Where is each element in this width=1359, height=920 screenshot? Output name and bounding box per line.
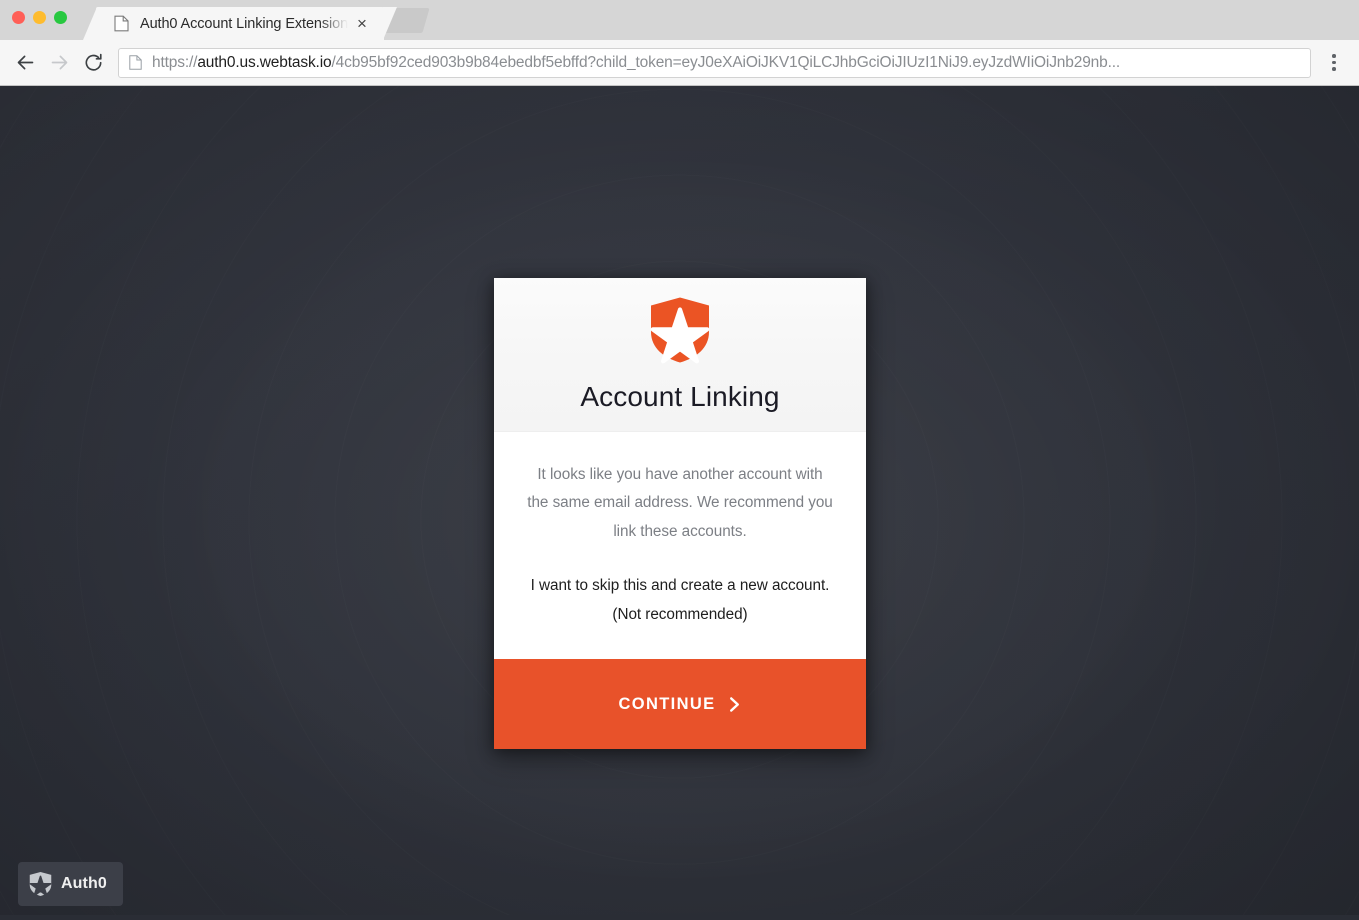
- browser-tab-active[interactable]: Auth0 Account Linking Extension ×: [83, 7, 397, 40]
- close-tab-button[interactable]: ×: [354, 15, 370, 32]
- card-header: Account Linking: [494, 278, 866, 432]
- continue-button[interactable]: CONTINUE: [494, 659, 866, 750]
- three-dots-vertical-icon[interactable]: [1319, 46, 1349, 80]
- card-title: Account Linking: [580, 381, 780, 412]
- page-viewport: Account Linking It looks like you have a…: [0, 86, 1359, 920]
- window-controls: [12, 11, 67, 24]
- url-scheme: https://: [152, 53, 198, 71]
- viewport-bottom-edge: [0, 915, 1359, 920]
- chevron-right-icon: [728, 696, 741, 713]
- reload-button[interactable]: [76, 46, 110, 80]
- auth0-branding-badge[interactable]: Auth0: [18, 862, 123, 906]
- browser-window: Auth0 Account Linking Extension × https:…: [0, 0, 1359, 920]
- account-linking-card: Account Linking It looks like you have a…: [494, 278, 866, 750]
- browser-toolbar: https://auth0.us.webtask.io/4cb95bf92ced…: [0, 40, 1359, 86]
- url-path: /4cb95bf92ced903b9b84ebedbf5ebffd?child_…: [331, 53, 1121, 71]
- close-window-button[interactable]: [12, 11, 25, 24]
- address-bar[interactable]: https://auth0.us.webtask.io/4cb95bf92ced…: [118, 47, 1311, 78]
- page-info-icon: [129, 55, 142, 70]
- document-icon: [114, 15, 129, 32]
- back-button[interactable]: [8, 46, 42, 80]
- card-message: It looks like you have another account w…: [527, 465, 833, 540]
- auth0-badge-label: Auth0: [61, 875, 107, 892]
- auth0-shield-logo-icon: [29, 871, 52, 897]
- continue-button-label: CONTINUE: [618, 694, 716, 713]
- forward-button[interactable]: [42, 46, 76, 80]
- tab-strip: Auth0 Account Linking Extension ×: [0, 0, 1359, 40]
- address-bar-url: https://auth0.us.webtask.io/4cb95bf92ced…: [152, 54, 1120, 72]
- maximize-window-button[interactable]: [54, 11, 67, 24]
- card-skip-wrapper: I want to skip this and create a new acc…: [527, 572, 833, 629]
- browser-tab-title: Auth0 Account Linking Extension: [140, 15, 348, 32]
- minimize-window-button[interactable]: [33, 11, 46, 24]
- url-host: auth0.us.webtask.io: [197, 53, 332, 71]
- card-body: It looks like you have another account w…: [494, 431, 866, 660]
- auth0-shield-logo-icon: [649, 296, 711, 364]
- skip-and-create-new-account-link[interactable]: I want to skip this and create a new acc…: [531, 577, 830, 623]
